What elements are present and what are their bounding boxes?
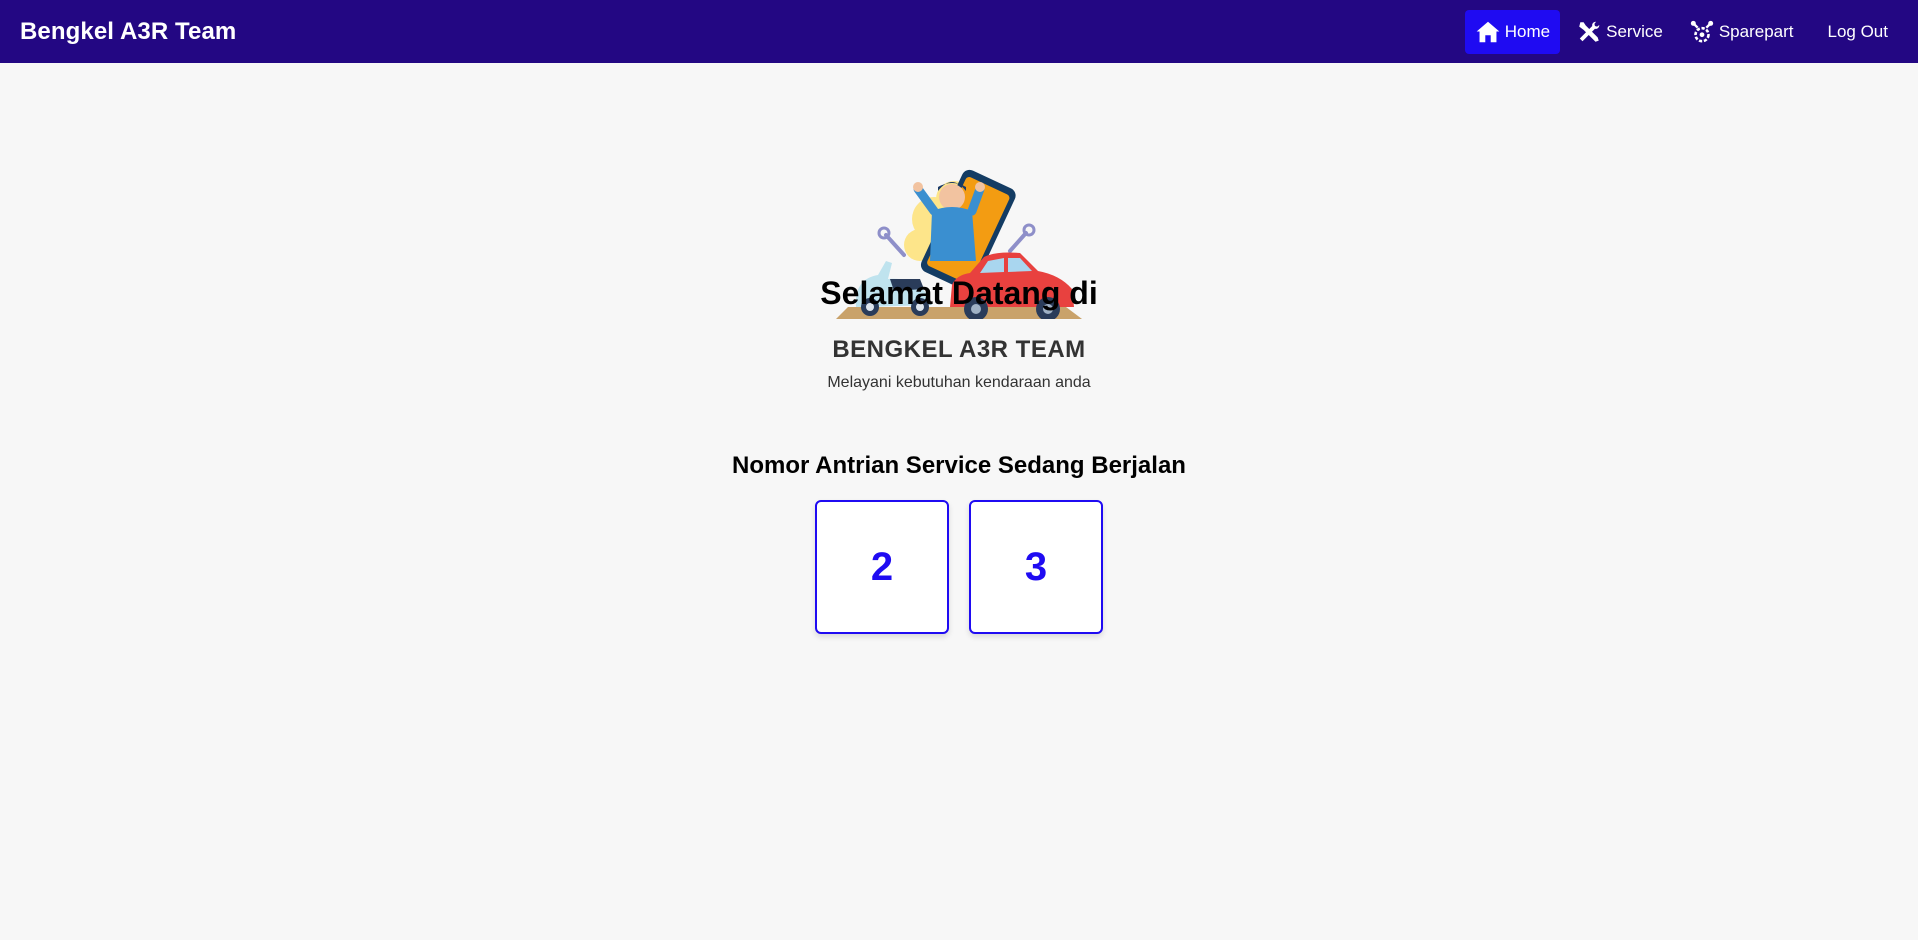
welcome-heading: Selamat Datang di [820, 275, 1098, 311]
nav-sparepart[interactable]: Sparepart [1679, 10, 1804, 54]
brand-title[interactable]: Bengkel A3R Team [20, 18, 236, 46]
home-icon [1475, 19, 1501, 45]
queue-list: 2 3 [815, 500, 1103, 634]
nav-logout-label: Log Out [1827, 21, 1889, 41]
nav-service[interactable]: Service [1566, 10, 1673, 54]
nav-home[interactable]: Home [1464, 9, 1561, 54]
nav-service-label: Service [1606, 21, 1663, 41]
top-navbar: Bengkel A3R Team Home Service Sparepart … [0, 0, 1918, 63]
tagline: Melayani kebutuhan kendaraan anda [827, 374, 1091, 391]
main-content: Selamat Datang di BENGKEL A3R TEAM Melay… [0, 63, 1918, 940]
queue-title: Nomor Antrian Service Sedang Berjalan [732, 452, 1186, 479]
tools-icon [1576, 19, 1602, 45]
shop-name: BENGKEL A3R TEAM [832, 336, 1086, 363]
nav-logout[interactable]: Log Out [1810, 10, 1899, 54]
engine-icon [1689, 19, 1715, 45]
main-nav: Home Service Sparepart Log Out [1464, 9, 1899, 54]
nav-home-label: Home [1504, 21, 1551, 41]
nav-sparepart-label: Sparepart [1718, 21, 1794, 41]
queue-number-card: 2 [815, 500, 949, 634]
queue-number-card: 3 [969, 500, 1103, 634]
